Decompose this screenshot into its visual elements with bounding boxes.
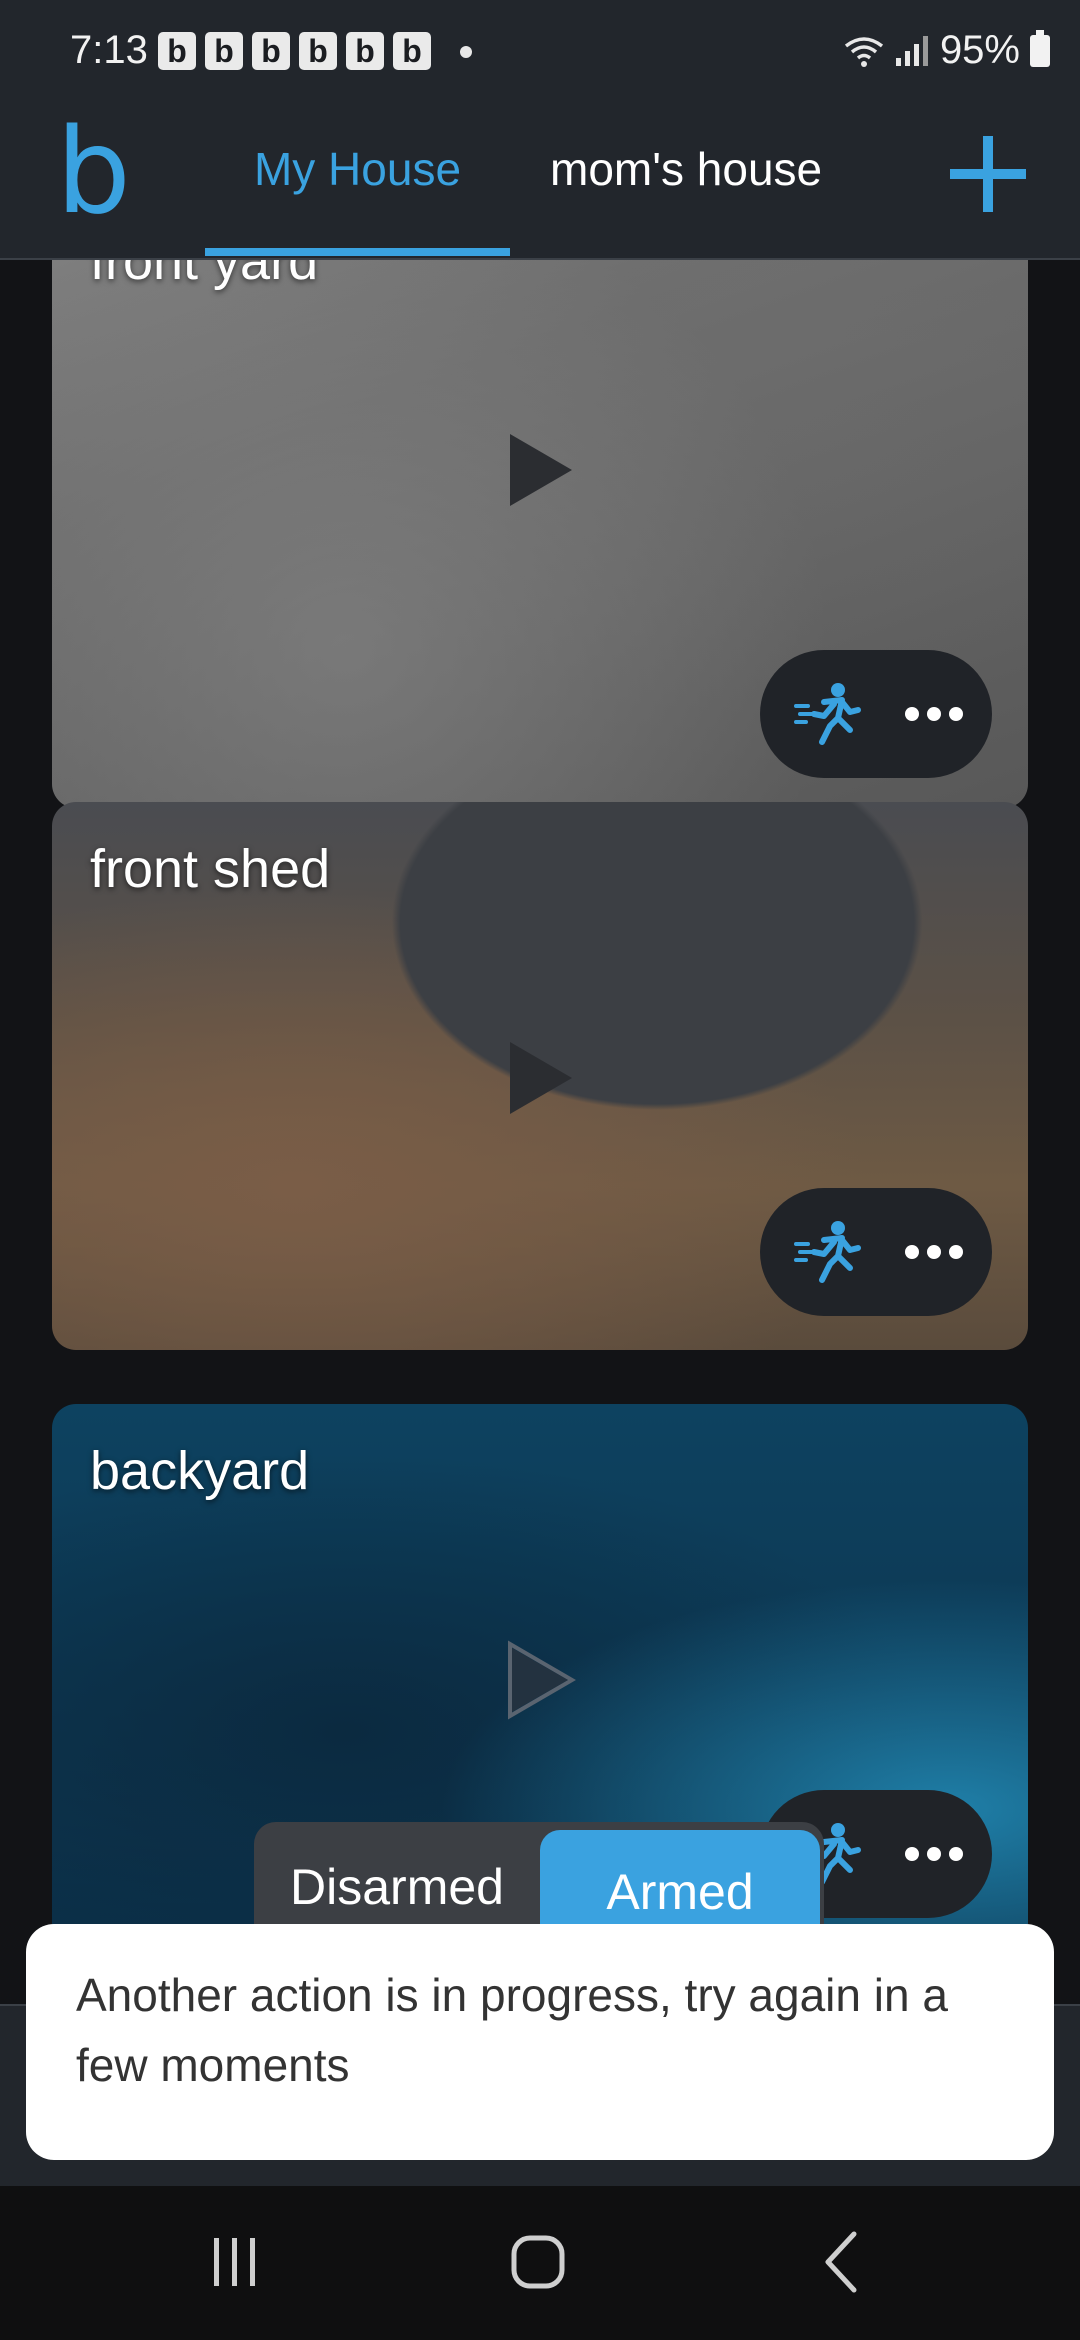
tab-moms-house[interactable]: mom's house <box>550 142 822 256</box>
disarmed-option[interactable]: Disarmed <box>254 1822 540 1934</box>
tab-label: My House <box>253 143 462 195</box>
add-icon[interactable] <box>948 134 1028 214</box>
camera-card-front-yard[interactable]: front yard <box>52 260 1028 808</box>
wifi-icon <box>844 36 884 67</box>
back-icon[interactable] <box>820 2230 860 2294</box>
blink-notification-icon: b <box>158 32 196 70</box>
arm-toggle[interactable]: Disarmed Armed <box>254 1822 824 1934</box>
home-icon[interactable] <box>510 2234 566 2290</box>
blink-notification-icon: b <box>299 32 337 70</box>
camera-card-front-shed[interactable]: front shed <box>52 802 1028 1350</box>
play-icon[interactable] <box>506 1038 576 1118</box>
camera-list[interactable]: front yard front shed backyard <box>0 260 1080 2000</box>
status-right: 95% <box>844 28 1050 73</box>
status-bar: 7:13 b b b b b b 95% <box>0 0 1080 106</box>
camera-actions <box>760 1188 992 1316</box>
camera-actions <box>760 650 992 778</box>
blink-logo: b <box>56 102 131 240</box>
app-header: b My House mom's house <box>0 106 1080 260</box>
blink-notification-icon: b <box>393 32 431 70</box>
blink-notification-icon: b <box>252 32 290 70</box>
more-options-icon[interactable] <box>904 706 964 722</box>
more-options-icon[interactable] <box>904 1846 964 1862</box>
more-options-icon[interactable] <box>904 1244 964 1260</box>
camera-name: front yard <box>90 260 319 291</box>
play-icon[interactable] <box>506 1640 576 1720</box>
motion-detection-icon[interactable] <box>794 680 862 748</box>
signal-icon <box>895 35 928 66</box>
play-icon[interactable] <box>506 430 576 510</box>
camera-name: front shed <box>90 839 331 899</box>
blink-notification-icon: b <box>205 32 243 70</box>
blink-notification-icon: b <box>346 32 384 70</box>
more-notifications-dot-icon <box>460 46 472 58</box>
battery-percent: 95% <box>939 28 1020 72</box>
status-time: 7:13 <box>70 28 148 72</box>
toast-text: Another action is in progress, try again… <box>76 1969 948 2091</box>
armed-option[interactable]: Armed <box>540 1830 820 1934</box>
tab-label: mom's house <box>550 143 823 195</box>
system-nav-bar <box>0 2186 1080 2340</box>
motion-detection-icon[interactable] <box>794 1218 862 1286</box>
toast-message: Another action is in progress, try again… <box>26 1924 1054 2160</box>
notification-icons: b b b b b b <box>158 32 431 70</box>
camera-name: backyard <box>90 1441 310 1501</box>
battery-icon <box>1030 29 1050 67</box>
tab-my-house[interactable]: My House <box>205 142 510 256</box>
recent-apps-icon[interactable] <box>210 2234 260 2290</box>
